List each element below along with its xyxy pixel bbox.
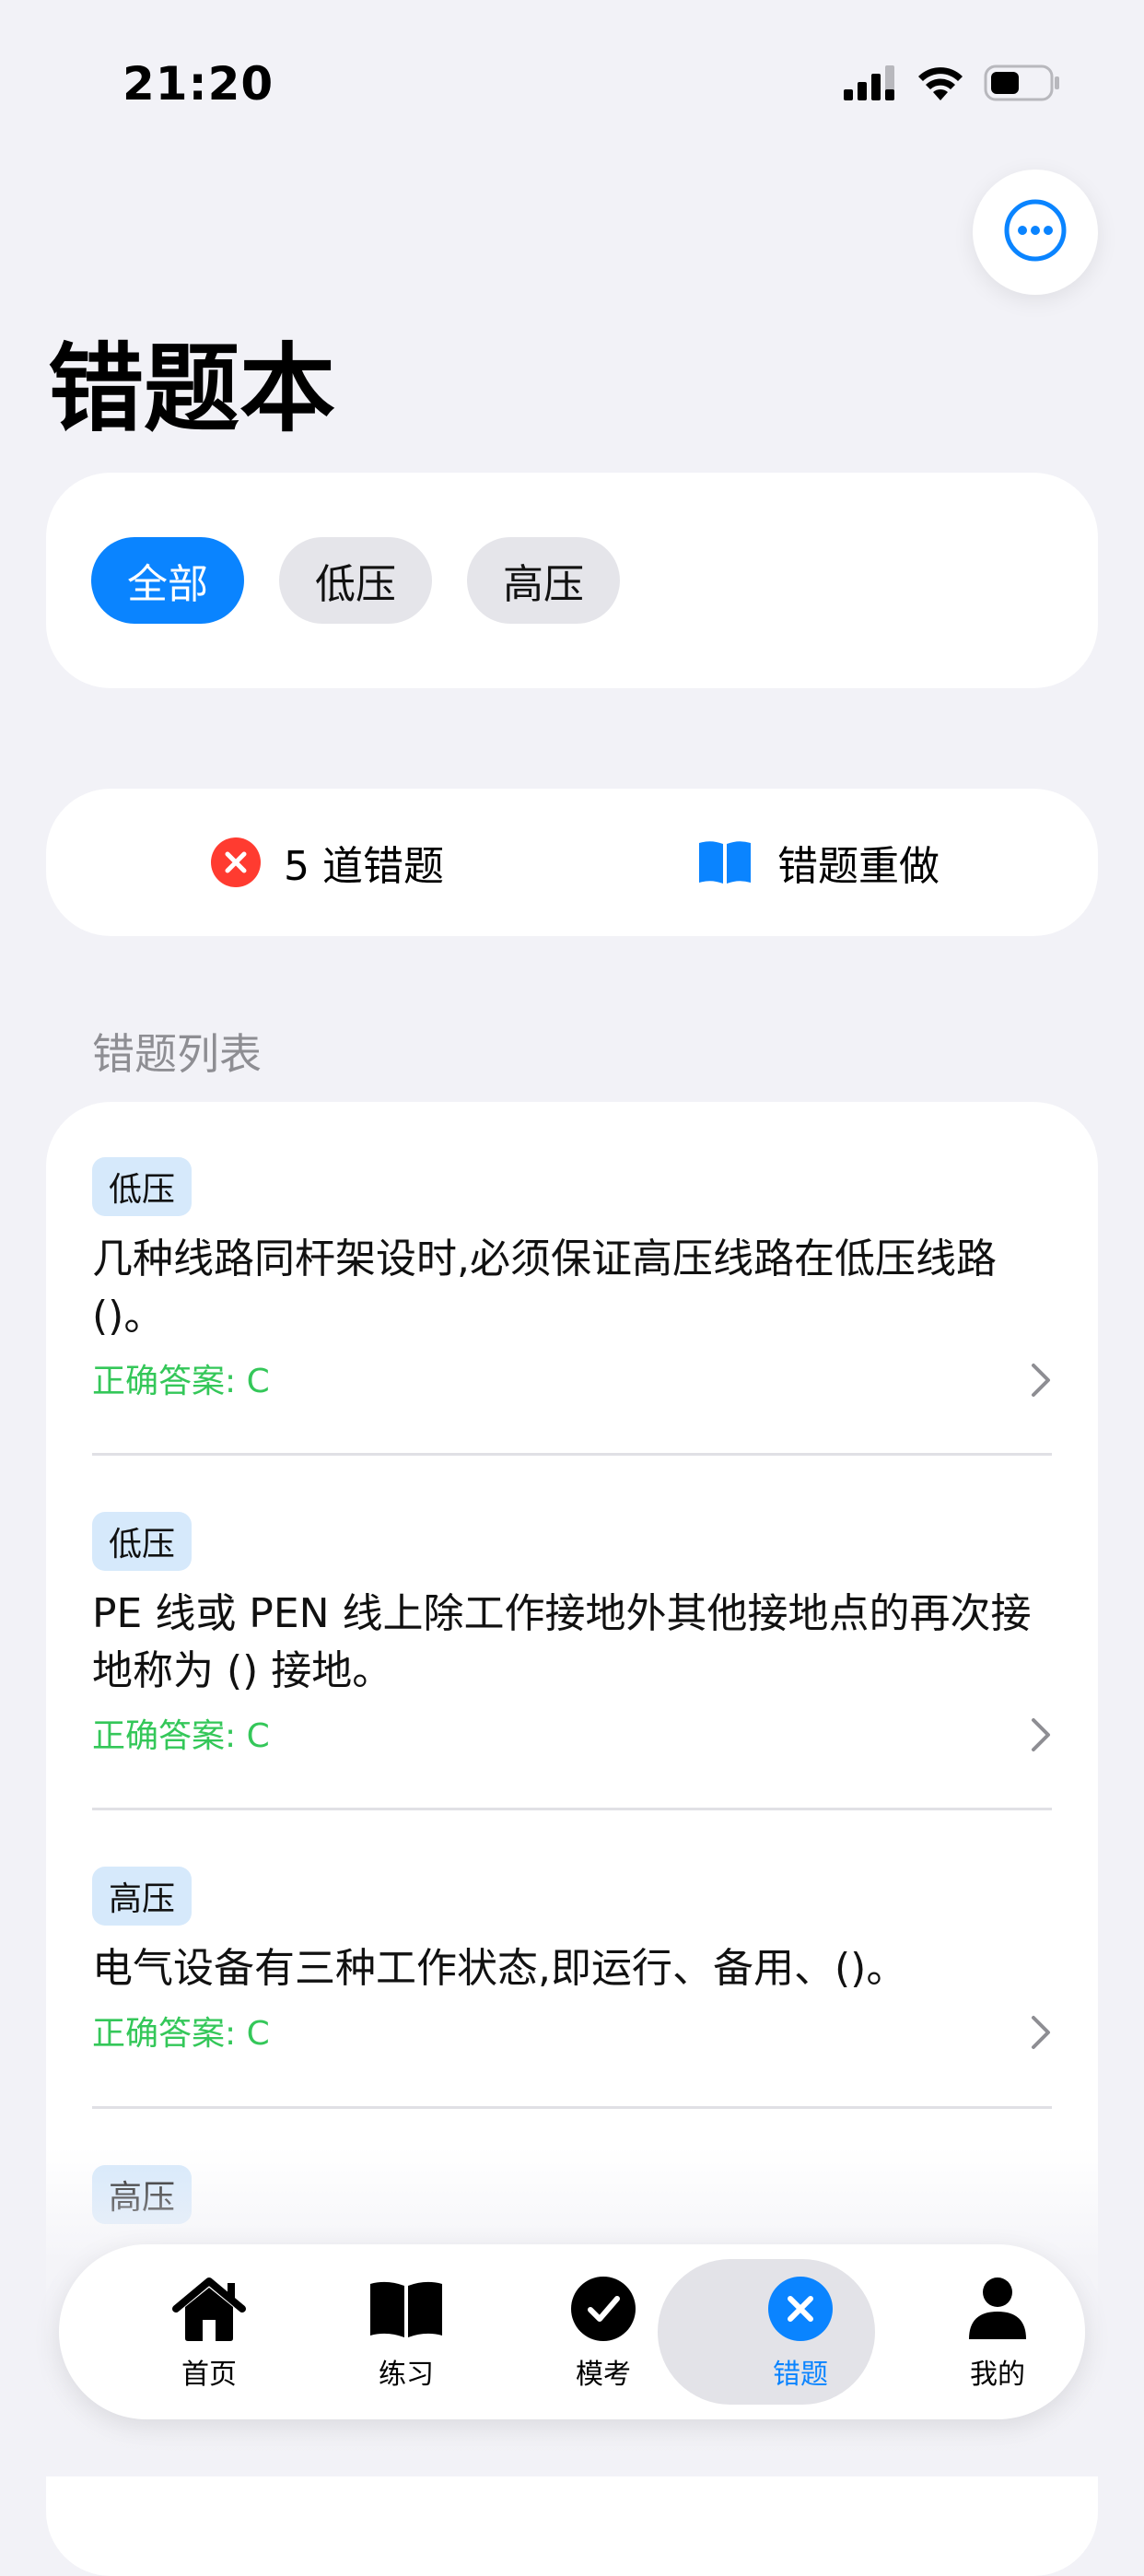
wrong-count-label: 5 道错题 [284, 843, 444, 890]
filter-chip-low-voltage[interactable]: 低压 [279, 537, 432, 624]
question-text: 几种线路同杆架设时,必须保证高压线路在低压线路 ()。 [92, 1235, 997, 1340]
filter-card: 全部 低压 高压 [46, 473, 1098, 688]
chevron-right-icon [1030, 1362, 1052, 1402]
tab-practice[interactable]: 练习 [308, 2244, 505, 2419]
more-options-button[interactable] [973, 170, 1098, 295]
tab-label: 首页 [181, 2359, 237, 2391]
tab-wrong-questions[interactable]: 错题 [702, 2244, 899, 2419]
correct-answer: 正确答案: C [92, 2015, 270, 2053]
section-label: 错题列表 [92, 1029, 262, 1079]
book-icon [696, 839, 753, 885]
tab-label: 模考 [576, 2359, 631, 2391]
x-circle-icon [767, 2276, 834, 2346]
book-icon [368, 2279, 445, 2342]
tab-profile[interactable]: 我的 [899, 2244, 1096, 2419]
correct-answer: 正确答案: C [92, 1363, 270, 1400]
ellipsis-circle-icon [1003, 198, 1068, 266]
question-text: PE 线或 PEN 线上除工作接地外其他接地点的再次接地称为 () 接地。 [92, 1590, 1032, 1694]
checkmark-circle-icon [570, 2276, 636, 2346]
chevron-right-icon [1030, 1716, 1052, 1757]
house-icon [172, 2276, 246, 2346]
page-title: 错题本 [48, 333, 336, 445]
tab-mock-exam[interactable]: 模考 [505, 2244, 702, 2419]
tab-label: 错题 [773, 2359, 828, 2391]
divider [92, 1453, 1052, 1456]
cellular-signal-icon [844, 65, 897, 104]
redo-wrong-button[interactable]: 错题重做 [696, 789, 940, 936]
battery-icon [984, 64, 1061, 105]
list-item[interactable]: 低压 几种线路同杆架设时,必须保证高压线路在低压线路 ()。 正确答案: C [92, 1157, 1052, 1402]
category-tag: 低压 [92, 1512, 193, 1571]
tab-label: 我的 [970, 2359, 1025, 2391]
filter-chip-high-voltage[interactable]: 高压 [467, 537, 620, 624]
wifi-icon [917, 65, 963, 104]
status-icons [844, 64, 1061, 105]
divider [92, 1808, 1052, 1810]
status-time: 21:20 [123, 57, 274, 111]
tab-bar: 首页 练习 模考 错题 我的 [59, 2244, 1085, 2419]
category-tag: 高压 [92, 1867, 193, 1926]
tab-label: 练习 [379, 2359, 434, 2391]
list-item[interactable]: 高压 电气设备有三种工作状态,即运行、备用、()。 正确答案: C [92, 1867, 1052, 2055]
person-icon [967, 2277, 1028, 2345]
redo-wrong-label: 错题重做 [777, 843, 940, 890]
correct-answer: 正确答案: C [92, 1717, 270, 1755]
category-tag: 低压 [92, 1157, 193, 1216]
question-text: 电气设备有三种工作状态,即运行、备用、()。 [92, 1945, 907, 1992]
summary-card: 5 道错题 错题重做 [46, 789, 1098, 936]
status-bar: 21:20 [0, 0, 1144, 138]
filter-chip-all[interactable]: 全部 [91, 537, 244, 624]
chevron-right-icon [1030, 2014, 1052, 2055]
list-item[interactable]: 低压 PE 线或 PEN 线上除工作接地外其他接地点的再次接地称为 () 接地。… [92, 1512, 1052, 1757]
wrong-count: 5 道错题 [210, 789, 444, 936]
x-circle-icon [210, 837, 262, 888]
divider [92, 2106, 1052, 2109]
tab-home[interactable]: 首页 [111, 2244, 308, 2419]
